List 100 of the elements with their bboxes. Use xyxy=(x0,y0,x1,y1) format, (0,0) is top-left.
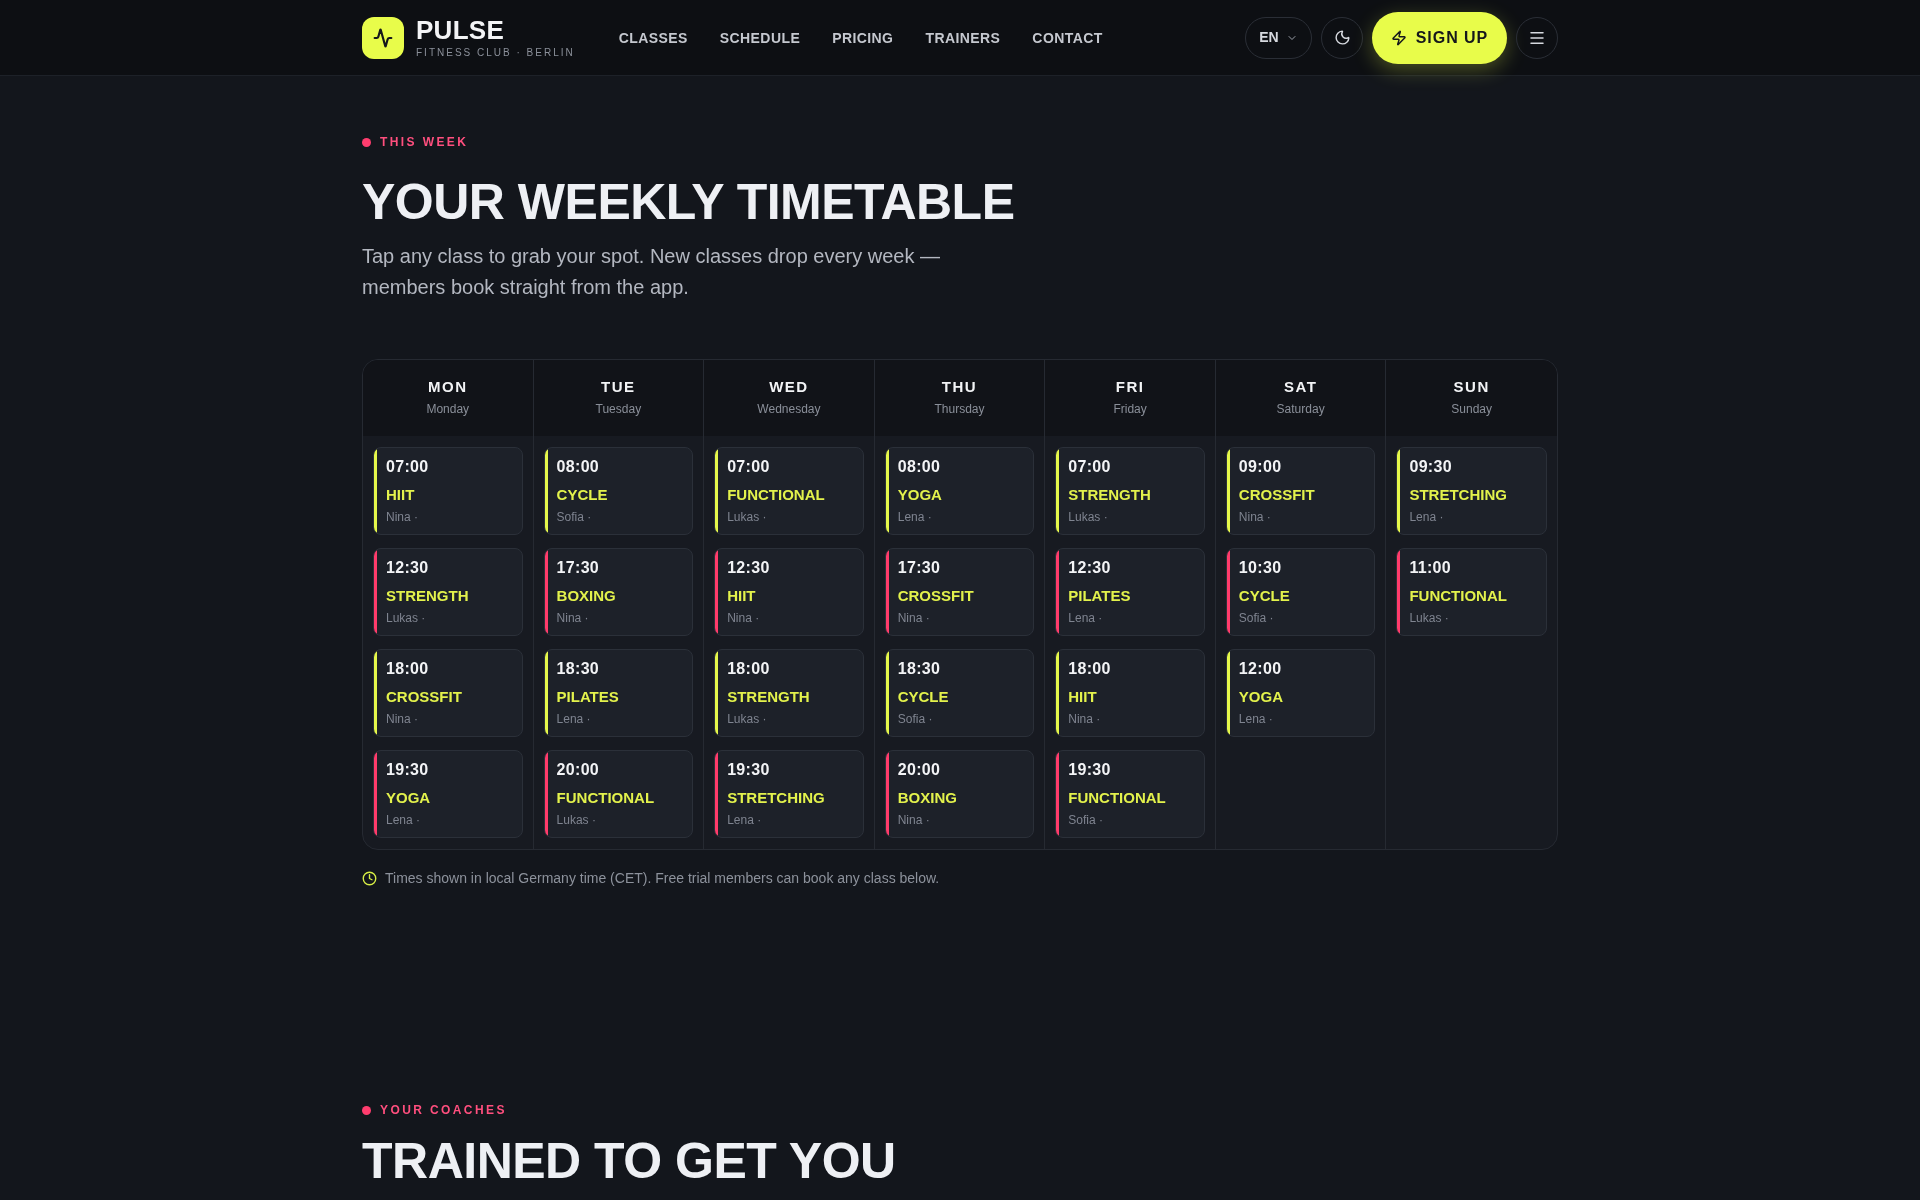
class-name: BOXING xyxy=(897,788,957,808)
class-time: 18:00 xyxy=(386,659,429,679)
nav-link[interactable]: PRICING xyxy=(832,27,894,48)
trainer-name: Nina · xyxy=(386,509,418,525)
trainer-name: Lena · xyxy=(897,509,932,525)
trainer-name: Lena · xyxy=(556,711,591,727)
class-card[interactable]: 19:30 FUNCTIONAL Sofia · xyxy=(1055,750,1205,838)
trainer-name: Nina · xyxy=(556,610,589,626)
trainer-name: Nina · xyxy=(1238,509,1271,525)
class-card[interactable]: 20:00 FUNCTIONAL Lukas · xyxy=(543,750,694,838)
class-card[interactable]: 17:30 BOXING Nina · xyxy=(543,548,694,636)
class-time: 08:00 xyxy=(556,457,600,477)
class-card[interactable]: 08:00 CYCLE Sofia · xyxy=(543,447,694,535)
day-abbreviation: SUN xyxy=(1453,378,1490,396)
class-name: FUNCTIONAL xyxy=(556,788,655,808)
day-abbreviation: THU xyxy=(941,378,978,396)
class-time: 18:30 xyxy=(556,659,600,679)
trainer-name: Nina · xyxy=(727,610,760,626)
class-name: FUNCTIONAL xyxy=(1409,586,1507,606)
class-card[interactable]: 12:00 YOGA Lena · xyxy=(1225,649,1376,737)
class-name: CYCLE xyxy=(1238,586,1290,606)
class-name: STRENGTH xyxy=(1068,485,1151,505)
trainer-name: Lukas · xyxy=(727,711,767,727)
class-name: PILATES xyxy=(1068,586,1131,606)
class-time: 12:30 xyxy=(727,558,770,578)
class-name: YOGA xyxy=(1238,687,1284,707)
class-card[interactable]: 07:00 STRENGTH Lukas · xyxy=(1055,447,1205,535)
day-name: Saturday xyxy=(1276,401,1325,417)
class-card[interactable]: 19:30 YOGA Lena · xyxy=(373,750,523,838)
nav-link[interactable]: CLASSES xyxy=(618,27,688,48)
class-time: 20:00 xyxy=(897,760,941,780)
trainer-name: Sofia · xyxy=(556,509,592,525)
class-time: 17:30 xyxy=(897,558,941,578)
page-subtitle: Tap any class to grab your spot. New classes drop every week — members book straight from the app. xyxy=(362,244,942,300)
class-card[interactable]: 18:00 CROSSFIT Nina · xyxy=(373,649,523,737)
nav-link[interactable]: CONTACT xyxy=(1032,27,1103,48)
trainer-name: Lukas · xyxy=(386,610,426,626)
class-name: CYCLE xyxy=(897,687,949,707)
class-time: 18:00 xyxy=(727,659,770,679)
class-card[interactable]: 08:00 YOGA Lena · xyxy=(884,447,1035,535)
class-time: 12:00 xyxy=(1238,659,1282,679)
class-card[interactable]: 20:00 BOXING Nina · xyxy=(884,750,1035,838)
day-name: Friday xyxy=(1113,401,1147,417)
class-name: STRENGTH xyxy=(727,687,810,707)
trainer-name: Lukas · xyxy=(727,509,767,525)
class-card[interactable]: 11:00 FUNCTIONAL Lukas · xyxy=(1396,548,1547,636)
day-name: Tuesday xyxy=(595,401,642,417)
class-time: 07:00 xyxy=(727,457,770,477)
day-abbreviation: TUE xyxy=(601,378,636,396)
trainer-name: Nina · xyxy=(897,812,930,828)
class-name: CROSSFIT xyxy=(897,586,974,606)
class-card[interactable]: 07:00 HIIT Nina · xyxy=(373,447,523,535)
class-card[interactable]: 18:30 PILATES Lena · xyxy=(543,649,694,737)
class-card[interactable]: 17:30 CROSSFIT Nina · xyxy=(884,548,1035,636)
trainer-name: Lena · xyxy=(727,812,762,828)
class-card[interactable]: 12:30 PILATES Lena · xyxy=(1055,548,1205,636)
class-card[interactable]: 09:00 CROSSFIT Nina · xyxy=(1225,447,1376,535)
class-time: 07:00 xyxy=(1068,457,1111,477)
class-card[interactable]: 18:30 CYCLE Sofia · xyxy=(884,649,1035,737)
class-card[interactable]: 10:30 CYCLE Sofia · xyxy=(1225,548,1376,636)
class-name: HIIT xyxy=(1068,687,1097,707)
class-time: 09:30 xyxy=(1409,457,1452,477)
trainer-name: Lena · xyxy=(386,812,421,828)
trainer-name: Lena · xyxy=(1238,711,1273,727)
class-time: 12:30 xyxy=(1068,558,1111,578)
trainer-name: Sofia · xyxy=(1068,812,1103,828)
class-time: 08:00 xyxy=(897,457,941,477)
nav-link[interactable]: TRAINERS xyxy=(925,27,1001,48)
day-name: Monday xyxy=(426,401,470,417)
class-card[interactable]: 12:30 HIIT Nina · xyxy=(714,548,864,636)
class-card[interactable]: 12:30 STRENGTH Lukas · xyxy=(373,548,523,636)
class-name: FUNCTIONAL xyxy=(727,485,825,505)
class-name: YOGA xyxy=(386,788,431,808)
trainer-name: Lukas · xyxy=(1068,509,1108,525)
trainer-name: Sofia · xyxy=(1238,610,1274,626)
sign-up-button[interactable]: SIGN UP xyxy=(1372,11,1507,64)
class-card[interactable]: 18:00 STRENGTH Lukas · xyxy=(714,649,864,737)
trainer-name: Nina · xyxy=(1068,711,1101,727)
moon-icon xyxy=(1333,29,1351,46)
class-name: STRETCHING xyxy=(727,788,825,808)
class-card[interactable]: 18:00 HIIT Nina · xyxy=(1055,649,1205,737)
class-time: 09:00 xyxy=(1238,457,1282,477)
trainer-name: Lukas · xyxy=(1409,610,1449,626)
class-card[interactable]: 07:00 FUNCTIONAL Lukas · xyxy=(714,447,864,535)
class-time: 19:30 xyxy=(727,760,770,780)
section-eyebrow: THIS WEEK xyxy=(380,134,469,150)
class-card[interactable]: 19:30 STRETCHING Lena · xyxy=(714,750,864,838)
trainer-name: Lukas · xyxy=(556,812,596,828)
day-abbreviation: FRI xyxy=(1115,378,1145,396)
day-name: Thursday xyxy=(934,401,985,417)
class-time: 19:30 xyxy=(386,760,429,780)
day-abbreviation: WED xyxy=(769,378,809,396)
class-name: STRENGTH xyxy=(386,586,469,606)
class-time: 11:00 xyxy=(1409,558,1452,578)
trainer-name: Lena · xyxy=(1409,509,1444,525)
nav-link[interactable]: SCHEDULE xyxy=(719,27,801,48)
brand-name: PULSE xyxy=(416,16,505,44)
brand-tagline: FITNESS CLUB · BERLIN xyxy=(416,47,575,59)
class-time: 17:30 xyxy=(556,558,600,578)
class-card[interactable]: 09:30 STRETCHING Lena · xyxy=(1396,447,1547,535)
